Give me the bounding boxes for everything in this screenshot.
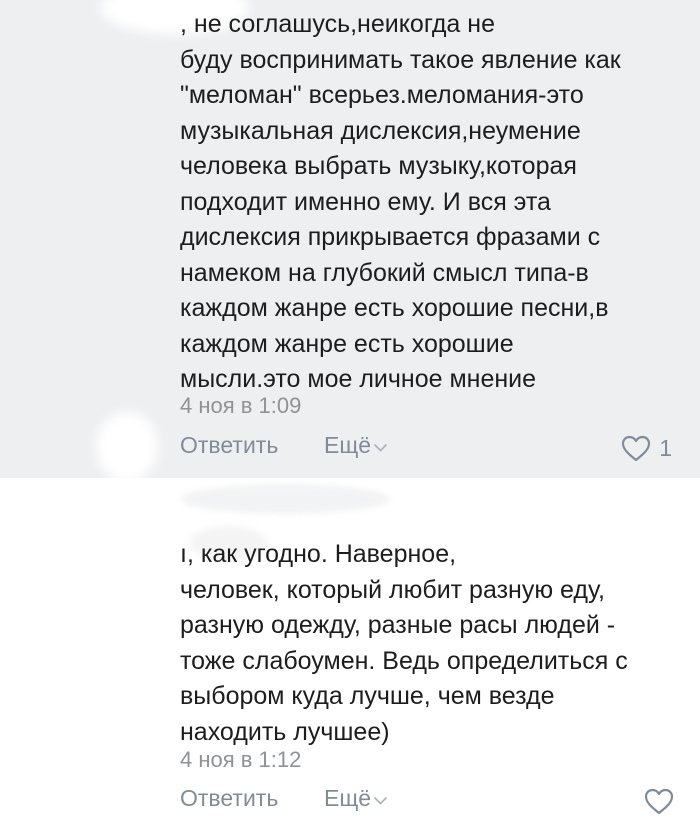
comment-timestamp[interactable]: 4 ноя в 1:09 xyxy=(180,393,301,419)
redacted-avatar xyxy=(96,412,158,482)
comment-actions: Ответить Ещё xyxy=(180,785,700,819)
heart-icon xyxy=(622,435,651,461)
heart-icon xyxy=(644,788,674,814)
like-count: 1 xyxy=(659,434,672,461)
chevron-down-icon xyxy=(374,796,387,804)
like-button[interactable]: 1 xyxy=(621,432,672,464)
comment-text: , не соглашусь,неикогда не буду восприни… xyxy=(180,10,621,393)
comment-text: ı, как угодно. Наверное, человек, которы… xyxy=(180,540,628,746)
comment-item: ı, как угодно. Наверное, человек, которы… xyxy=(0,478,700,836)
more-button[interactable]: Ещё xyxy=(324,432,387,459)
more-button[interactable]: Ещё xyxy=(324,785,387,812)
redacted-author-name xyxy=(180,484,390,514)
comment-item: , не соглашусь,неикогда не буду восприни… xyxy=(0,0,700,482)
more-label: Ещё xyxy=(324,785,372,811)
comment-timestamp[interactable]: 4 ноя в 1:12 xyxy=(180,747,301,773)
reply-button[interactable]: Ответить xyxy=(180,432,278,459)
comment-actions: Ответить Ещё 1 xyxy=(180,432,700,466)
chevron-down-icon xyxy=(374,443,387,451)
more-label: Ещё xyxy=(324,432,372,458)
reply-button[interactable]: Ответить xyxy=(180,785,278,812)
like-button[interactable] xyxy=(644,785,674,817)
